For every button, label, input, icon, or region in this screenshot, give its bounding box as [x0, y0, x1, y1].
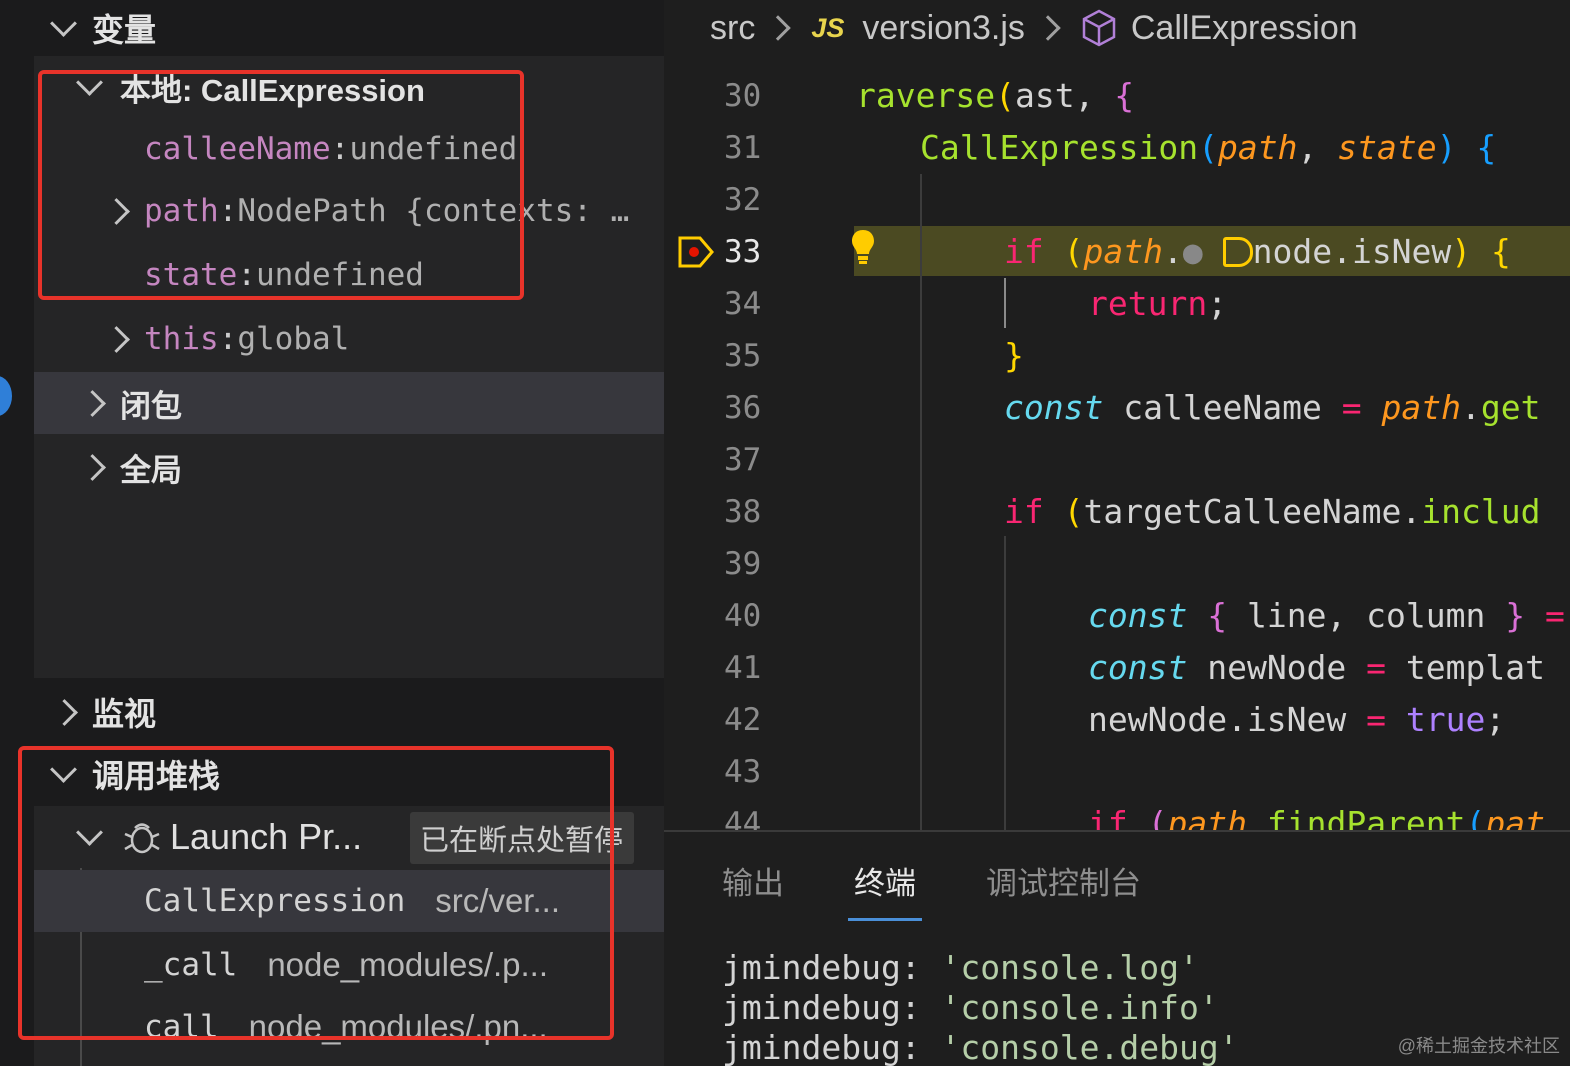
debug-sidebar: 变量 本地: CallExpression calleeName: undefi…: [0, 0, 664, 1066]
indent-guide: [1004, 278, 1006, 328]
lightbulb-icon[interactable]: [850, 228, 876, 268]
line-number: 42: [724, 702, 762, 738]
code-line: }: [1004, 336, 1024, 375]
line-number: 39: [724, 546, 762, 582]
code-line: if (path.● node.isNew) {: [1004, 232, 1511, 271]
line-number: 30: [724, 78, 762, 114]
line-number: 37: [724, 442, 762, 478]
javascript-file-icon: JS: [811, 12, 845, 43]
chevron-down-icon: [48, 759, 78, 789]
line-number: 31: [724, 130, 762, 166]
paused-status-badge: 已在断点处暂停: [410, 812, 634, 864]
stack-frame-file: node_modules/.p...: [267, 946, 549, 983]
chevron-down-icon: [74, 72, 104, 102]
method-cube-icon: [1081, 9, 1117, 47]
code-line: const { line, column } =: [1088, 596, 1565, 635]
variable-name: state: [144, 257, 238, 293]
code-editor[interactable]: 30 31 32 33 34 35 36 37 38 39 40 41 42 4…: [664, 56, 1570, 830]
line-number: 43: [724, 754, 762, 790]
scope-local[interactable]: 本地: CallExpression: [34, 56, 664, 118]
chevron-down-icon: [74, 822, 104, 852]
code-line: newNode.isNew = true;: [1088, 700, 1506, 739]
code-line: const newNode = templat: [1088, 648, 1545, 687]
breadcrumb-folder[interactable]: src: [710, 9, 755, 48]
code-line: return;: [1088, 284, 1228, 323]
breadcrumb: src JS version3.js CallExpression: [664, 0, 1570, 56]
chevron-right-icon: [54, 697, 84, 727]
scope-global-label: 全局: [120, 452, 182, 488]
line-number: 40: [724, 598, 762, 634]
activity-indicator: [0, 376, 12, 416]
variables-section-header[interactable]: 变量: [48, 0, 156, 56]
scope-global[interactable]: 全局: [34, 436, 664, 498]
variable-value: undefined: [349, 131, 518, 167]
code-line: if (path.findParent(pat: [1088, 804, 1546, 830]
scope-closure[interactable]: 闭包: [34, 372, 664, 434]
variable-name: this: [144, 321, 219, 357]
scope-closure-label: 闭包: [120, 388, 182, 424]
chevron-right-icon: [106, 324, 144, 354]
indent-guide: [920, 174, 922, 830]
variable-value: NodePath {contexts: …: [237, 193, 630, 229]
chevron-down-icon: [48, 13, 78, 43]
variable-value: global: [237, 321, 350, 357]
debug-bug-icon: [122, 817, 162, 857]
breakpoint-paused-icon[interactable]: [676, 232, 716, 272]
variable-row[interactable]: this: global: [34, 308, 664, 370]
indent-guide: [1004, 536, 1006, 830]
tab-terminal[interactable]: 终端: [854, 858, 916, 903]
line-number: 34: [724, 286, 762, 322]
variable-value: undefined: [256, 257, 424, 293]
breadcrumb-file[interactable]: version3.js: [862, 9, 1025, 48]
tab-debug-console[interactable]: 调试控制台: [986, 858, 1141, 903]
line-number: 36: [724, 390, 762, 426]
chevron-right-icon: [106, 196, 144, 226]
scope-local-label: 本地: CallExpression: [120, 72, 425, 108]
breadcrumb-symbol[interactable]: CallExpression: [1131, 9, 1358, 48]
code-line: CallExpression(path, state) {: [920, 128, 1497, 167]
variable-row[interactable]: path: NodePath {contexts: …: [34, 180, 664, 242]
line-number-current: 33: [724, 234, 762, 270]
variable-name: calleeName: [144, 131, 331, 167]
stack-frame-function: call: [144, 1009, 219, 1045]
variable-row[interactable]: state: undefined: [34, 244, 664, 306]
chevron-right-icon: [765, 15, 792, 41]
tab-output[interactable]: 输出: [722, 858, 784, 903]
line-number: 32: [724, 182, 762, 218]
bottom-panel: 输出 终端 调试控制台 jmindebug: 'console.log' jmi…: [664, 830, 1570, 1066]
stack-frame-row[interactable]: _call node_modules/.p...: [34, 934, 664, 996]
code-line: if (targetCalleeName.includ: [1004, 492, 1541, 531]
launch-label: Launch Pr...: [170, 816, 363, 857]
stack-frame-function: _call: [144, 947, 238, 983]
chevron-right-icon: [82, 388, 112, 418]
watermark: @稀土掘金技术社区: [1397, 1036, 1560, 1056]
callstack-header-label: 调用堆栈: [92, 758, 221, 794]
line-number: 38: [724, 494, 762, 530]
active-tab-indicator: [848, 918, 922, 921]
line-number: 44: [724, 806, 762, 830]
variable-row[interactable]: calleeName: undefined: [34, 118, 664, 180]
stack-frame-file: node_modules/.pn...: [248, 1008, 548, 1045]
variable-name: path: [144, 193, 219, 229]
code-line: raverse(ast, {: [856, 76, 1135, 115]
code-line: const calleeName = path.get: [1004, 388, 1541, 427]
stack-frame-row[interactable]: CallExpression src/ver...: [34, 870, 664, 932]
watch-header-label: 监视: [92, 696, 157, 732]
callstack-panel: Launch Pr... 已在断点处暂停 CallExpression src/…: [34, 806, 664, 1066]
stack-frame-function: CallExpression: [144, 883, 406, 919]
chevron-right-icon: [82, 452, 112, 482]
callstack-section-header[interactable]: 调用堆栈: [48, 746, 220, 802]
watch-section-header[interactable]: 监视: [54, 684, 156, 740]
variables-panel: 本地: CallExpression calleeName: undefined…: [34, 56, 664, 678]
line-number: 35: [724, 338, 762, 374]
terminal-line: jmindebug: 'console.info': [722, 988, 1219, 1027]
chevron-right-icon: [1035, 15, 1061, 41]
launch-session-row[interactable]: Launch Pr... 已在断点处暂停: [34, 806, 664, 868]
stack-frame-row[interactable]: call node_modules/.pn...: [34, 996, 664, 1058]
line-number: 41: [724, 650, 762, 686]
terminal-line: jmindebug: 'console.debug': [722, 1028, 1239, 1066]
stack-frame-file: src/ver...: [435, 882, 560, 919]
terminal-line: jmindebug: 'console.log': [722, 948, 1199, 987]
variables-header-label: 变量: [92, 12, 157, 48]
